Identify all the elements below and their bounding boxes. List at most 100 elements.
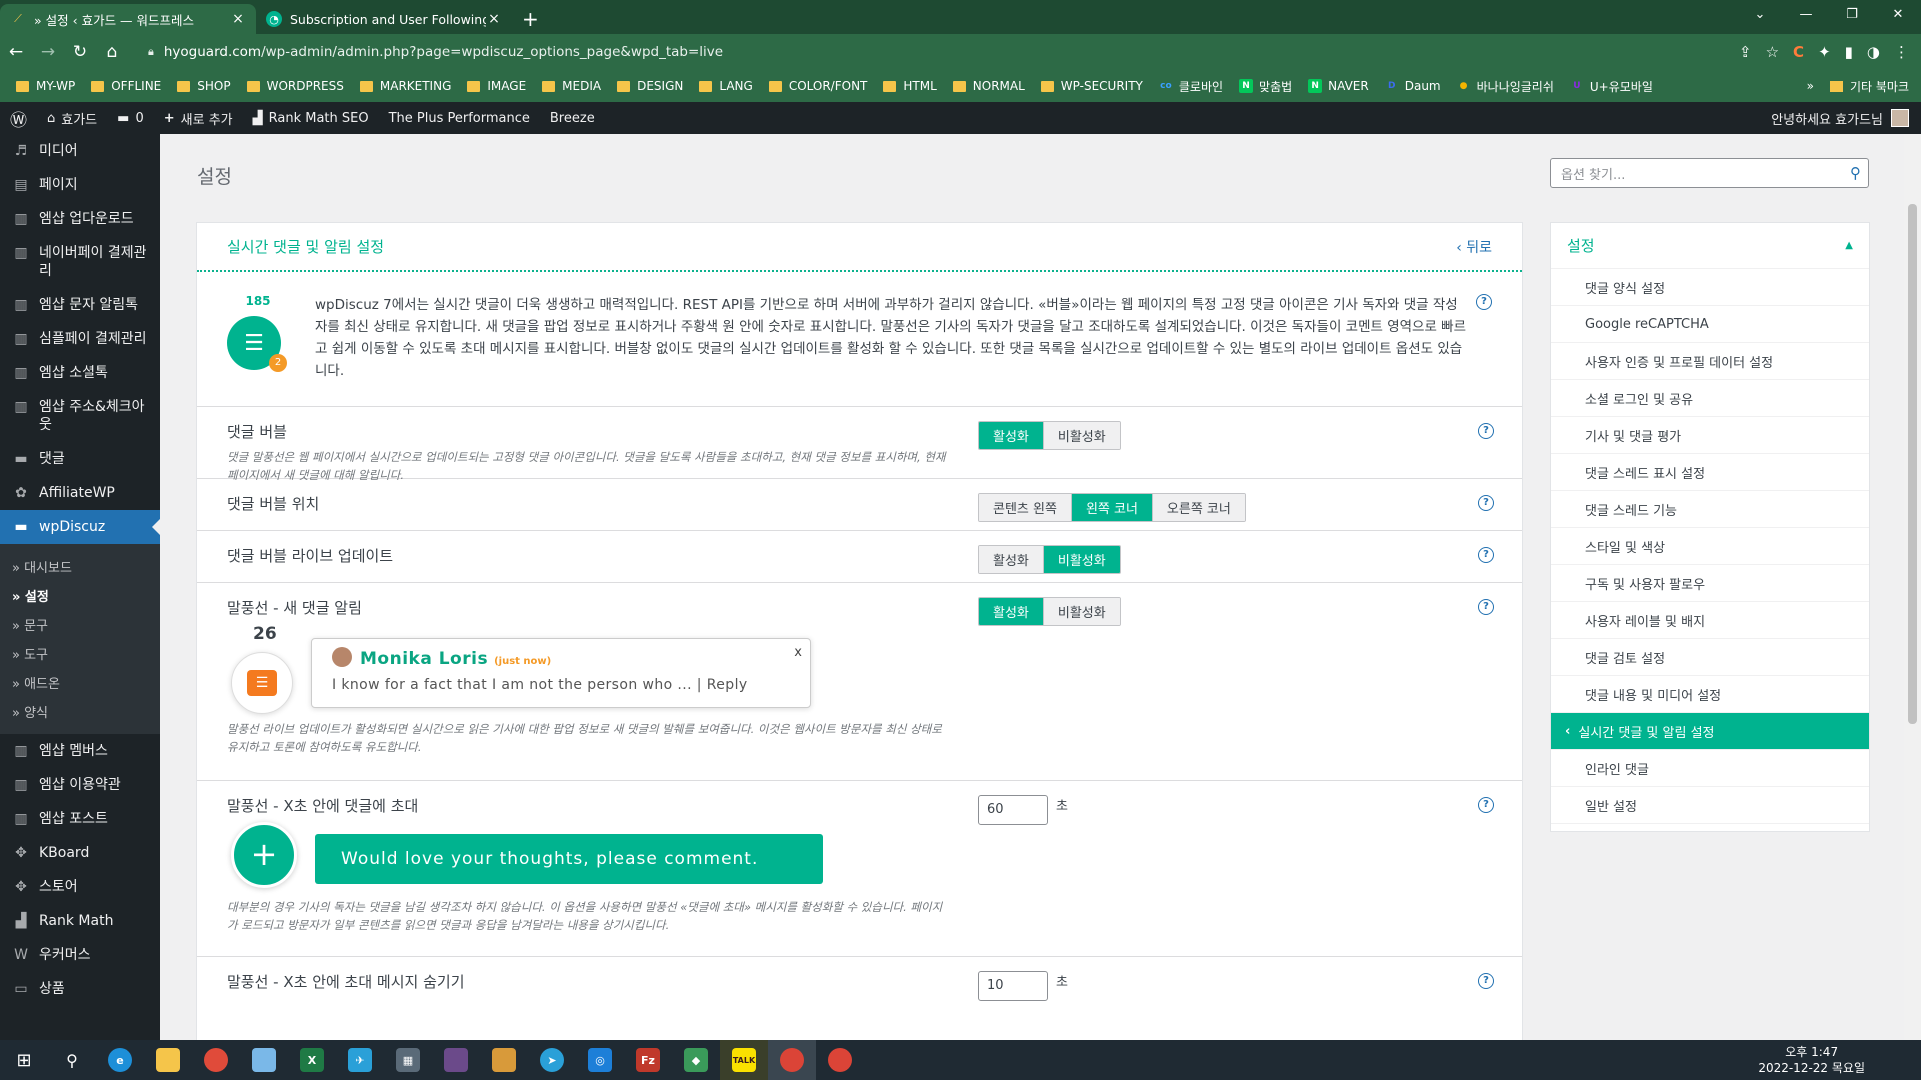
settings-nav-item[interactable]: ‹ 실시간 댓글 및 알림 설정: [1551, 713, 1869, 750]
account-link[interactable]: 안녕하세요 효가드님: [1771, 102, 1909, 134]
forward-icon[interactable]: →: [32, 42, 64, 62]
back-icon[interactable]: ←: [0, 42, 32, 62]
sidebar-item[interactable]: ▥ 네이버페이 결제관리: [0, 236, 160, 288]
bookmark-0[interactable]: MY-WP: [16, 79, 75, 93]
settings-nav-item[interactable]: 댓글 양식 설정: [1551, 269, 1869, 306]
page-scrollbar[interactable]: [1904, 134, 1921, 1040]
profile-icon[interactable]: ◑: [1867, 43, 1880, 61]
bubble-option-0[interactable]: 활성화: [979, 422, 1043, 449]
bubble-option-1[interactable]: 비활성화: [1042, 422, 1120, 449]
notify-option-1[interactable]: 비활성화: [1042, 598, 1120, 625]
bookmark-13[interactable]: co 클로바인: [1159, 78, 1223, 95]
hide-seconds-input[interactable]: 10: [978, 971, 1048, 1001]
telegram-icon[interactable]: ➤: [528, 1040, 576, 1080]
help-icon[interactable]: ?: [1478, 423, 1494, 439]
settings-nav-item[interactable]: 댓글 검토 설정: [1551, 639, 1869, 676]
browser-tab-settings[interactable]: ⟋ » 설정 ‹ 효가드 — 워드프레스 ×: [0, 4, 256, 34]
settings-nav-item[interactable]: 댓글 스레드 기능: [1551, 491, 1869, 528]
live-option-1[interactable]: 비활성화: [1042, 546, 1120, 573]
menu-icon[interactable]: ⋮: [1894, 43, 1909, 61]
screen-recorder-icon[interactable]: [192, 1040, 240, 1080]
other-bookmarks[interactable]: 기타 북마크: [1850, 78, 1909, 95]
sidebar-item[interactable]: ✿ AffiliateWP: [0, 476, 160, 510]
settings-nav-item[interactable]: 댓글 스레드 표시 설정: [1551, 454, 1869, 491]
settings-nav-item[interactable]: 소셜 로그인 및 공유: [1551, 380, 1869, 417]
settings-nav-item[interactable]: 스타일 및 색상: [1551, 528, 1869, 565]
bookmark-4[interactable]: MARKETING: [359, 79, 451, 93]
sidebar-item[interactable]: ▥ 심플페이 결제관리: [0, 322, 160, 356]
close-window-icon[interactable]: ✕: [1875, 0, 1921, 30]
sidebar-item[interactable]: ✥ 스토어: [0, 870, 160, 904]
minimize-icon[interactable]: —: [1783, 0, 1829, 30]
settings-nav-item[interactable]: Google reCAPTCHA: [1551, 306, 1869, 343]
bookmark-12[interactable]: WP-SECURITY: [1040, 79, 1143, 93]
bird-app-icon[interactable]: ✈: [336, 1040, 384, 1080]
calculator-icon[interactable]: ▦: [384, 1040, 432, 1080]
live-option-0[interactable]: 활성화: [979, 546, 1043, 573]
excel-icon[interactable]: X: [288, 1040, 336, 1080]
submenu-item[interactable]: » 대시보드: [0, 552, 160, 581]
settings-nav-item[interactable]: 사용자 인증 및 프로필 데이터 설정: [1551, 343, 1869, 380]
star-icon[interactable]: ☆: [1766, 43, 1779, 61]
bookmark-14[interactable]: N 맞춤법: [1239, 78, 1292, 95]
collapse-icon[interactable]: ▲: [1845, 240, 1853, 251]
sidebar-item[interactable]: ▥ 엠샵 소셜톡: [0, 356, 160, 390]
bookmarks-more-icon[interactable]: »: [1807, 79, 1814, 93]
bookmark-17[interactable]: ● 바나나잉글리쉬: [1457, 78, 1554, 95]
sidebar-item[interactable]: ▥ 엠샵 멤버스: [0, 734, 160, 768]
edge-icon[interactable]: e: [96, 1040, 144, 1080]
file-explorer-icon[interactable]: [144, 1040, 192, 1080]
extension-c-icon[interactable]: C: [1793, 43, 1804, 61]
sidebar-item-wpdiscuz[interactable]: ▬ wpDiscuz: [0, 510, 160, 544]
taskbar-clock[interactable]: 오후 1:47 2022-12-22 목요일: [1758, 1044, 1865, 1076]
new-content-link[interactable]: + 새로 추가: [154, 102, 243, 134]
sidebar-item[interactable]: ▤ 페이지: [0, 168, 160, 202]
option-search-input[interactable]: 옵션 찾기... ⚲: [1550, 158, 1869, 188]
rank-math-link[interactable]: ▟ Rank Math SEO: [243, 102, 379, 134]
breeze-link[interactable]: Breeze: [540, 102, 605, 134]
tab-search-icon[interactable]: ⌄: [1737, 0, 1783, 30]
sidebar-item[interactable]: ▭ 상품: [0, 972, 160, 1006]
sidebar-item[interactable]: ▥ 엠샵 이용약관: [0, 768, 160, 802]
filezilla-icon[interactable]: Fz: [624, 1040, 672, 1080]
bookmark-2[interactable]: SHOP: [177, 79, 231, 93]
scrollbar-thumb[interactable]: [1908, 204, 1917, 724]
settings-nav-item[interactable]: 일반 설정: [1551, 787, 1869, 824]
help-icon[interactable]: ?: [1478, 973, 1494, 989]
chrome-icon[interactable]: [768, 1040, 816, 1080]
settings-nav-item[interactable]: 사용자 레이블 및 배지: [1551, 602, 1869, 639]
comments-link[interactable]: ▬ 0: [107, 102, 154, 134]
position-option-0[interactable]: 콘텐츠 왼쪽: [979, 494, 1071, 521]
notify-option-0[interactable]: 활성화: [979, 598, 1043, 625]
bookmark-15[interactable]: N NAVER: [1308, 79, 1369, 93]
sticky-app-icon[interactable]: ◆: [672, 1040, 720, 1080]
help-icon[interactable]: ?: [1478, 797, 1494, 813]
puzzle-icon[interactable]: ✦: [1818, 43, 1831, 61]
bookmark-11[interactable]: NORMAL: [952, 79, 1025, 93]
kakaotalk-icon[interactable]: TALK: [720, 1040, 768, 1080]
bookmark-8[interactable]: LANG: [699, 79, 753, 93]
submenu-item[interactable]: » 양식: [0, 697, 160, 726]
restore-icon[interactable]: ❐: [1829, 0, 1875, 30]
sidebar-item[interactable]: ▥ 엠샵 주소&체크아웃: [0, 390, 160, 442]
bookmark-3[interactable]: WORDPRESS: [246, 79, 344, 93]
bookmark-18[interactable]: U U+유모바일: [1570, 78, 1653, 95]
settings-nav-item[interactable]: 인라인 댓글: [1551, 750, 1869, 787]
settings-nav-item[interactable]: 구독 및 사용자 팔로우: [1551, 565, 1869, 602]
search-icon[interactable]: ⚲: [48, 1040, 96, 1080]
position-option-2[interactable]: 오른쪽 코너: [1151, 494, 1245, 521]
reload-icon[interactable]: ↻: [64, 42, 96, 62]
share-icon[interactable]: ⇪: [1739, 43, 1752, 61]
bookmark-10[interactable]: HTML: [883, 79, 937, 93]
bookmark-6[interactable]: MEDIA: [542, 79, 601, 93]
start-icon[interactable]: ⊞: [0, 1040, 48, 1080]
home-icon[interactable]: ⌂: [96, 42, 128, 62]
settings-nav-item[interactable]: 기사 및 댓글 평가: [1551, 417, 1869, 454]
sidebar-item[interactable]: ▥ 엠샵 업다운로드: [0, 202, 160, 236]
search-icon[interactable]: ⚲: [1850, 164, 1861, 182]
sidebar-item[interactable]: ▟ Rank Math: [0, 904, 160, 938]
address-bar[interactable]: 🔒︎ hyoguard.com/wp-admin/admin.php?page=…: [138, 39, 1729, 65]
help-icon[interactable]: ?: [1476, 294, 1492, 310]
site-name-link[interactable]: ⌂ 효가드: [37, 102, 107, 134]
settings-nav-header[interactable]: 설정 ▲: [1551, 223, 1869, 269]
